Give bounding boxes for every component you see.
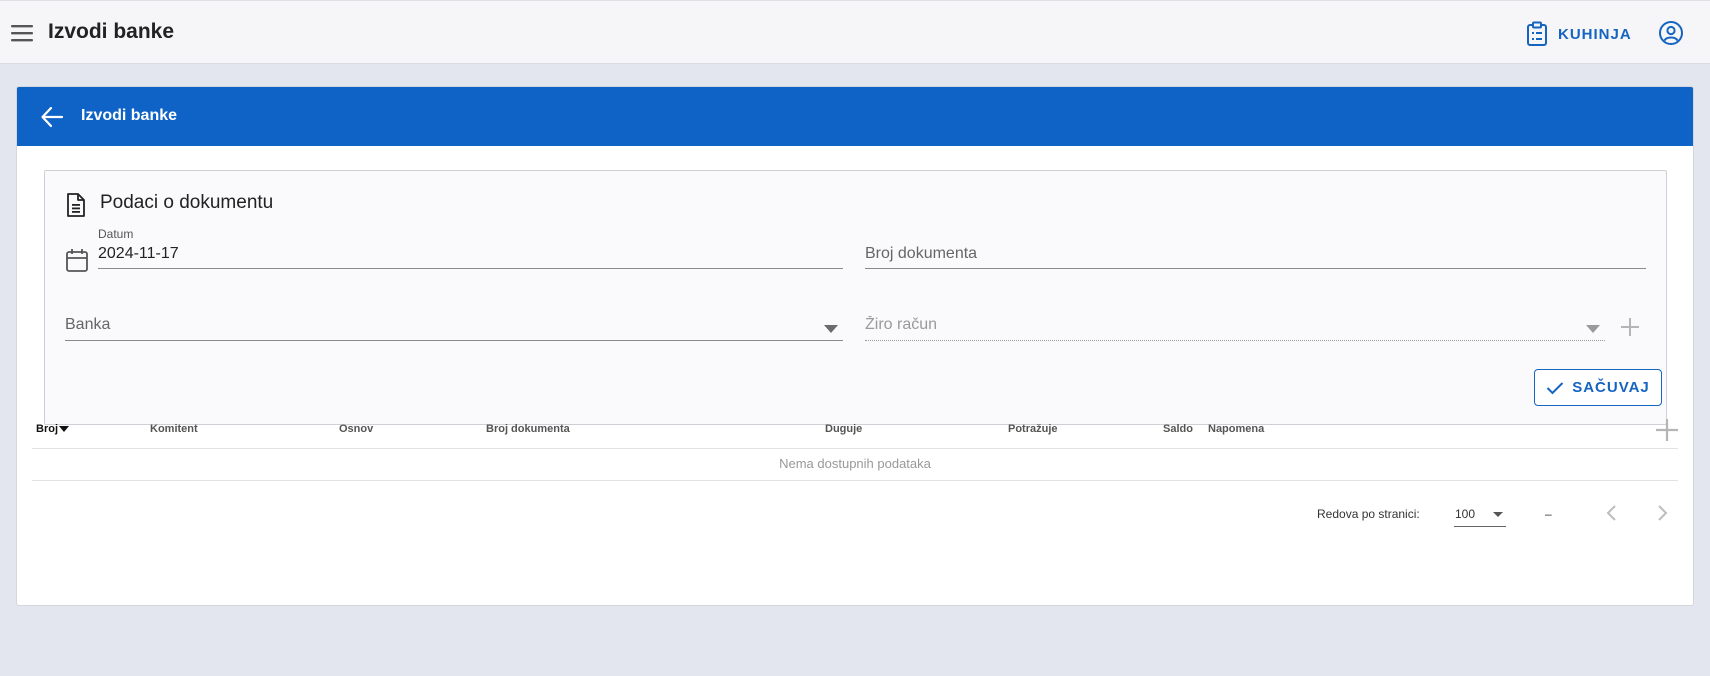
- table-header: Broj Komitent Osnov Broj dokumenta Duguj…: [32, 409, 1678, 449]
- rows-per-page-value: 100: [1455, 507, 1476, 521]
- broj-dokumenta-field[interactable]: [865, 243, 1646, 269]
- rows-per-page-select[interactable]: 100: [1454, 500, 1506, 527]
- rows-per-page-dropdown-arrow-icon: [1493, 512, 1503, 517]
- save-button[interactable]: SAČUVAJ: [1534, 369, 1662, 406]
- calendar-icon[interactable]: [65, 247, 89, 273]
- main-card: Izvodi banke Podaci o dokumentu Datum 20…: [16, 86, 1694, 606]
- empty-table-message: Nema dostupnih podataka: [32, 449, 1678, 481]
- column-header-komitent[interactable]: Komitent: [150, 423, 198, 435]
- document-panel: Podaci o dokumentu Datum SAČUVAJ: [44, 170, 1667, 425]
- check-icon: [1546, 381, 1564, 394]
- location-label: KUHINJA: [1558, 25, 1632, 43]
- column-header-broj-label: Broj: [36, 423, 58, 435]
- datum-field[interactable]: [98, 243, 843, 269]
- column-header-potrazuje[interactable]: Potražuje: [1008, 423, 1058, 435]
- column-header-osnov[interactable]: Osnov: [339, 423, 373, 435]
- column-header-duguje[interactable]: Duguje: [825, 423, 862, 435]
- datum-label: Datum: [98, 227, 134, 241]
- save-button-label: SAČUVAJ: [1572, 379, 1650, 396]
- page-info: –: [1545, 507, 1552, 521]
- arrow-left-icon[interactable]: [39, 104, 65, 130]
- add-row-icon[interactable]: [1654, 417, 1680, 443]
- banka-dropdown-arrow-icon[interactable]: [824, 325, 838, 333]
- location-button[interactable]: KUHINJA: [1526, 18, 1632, 50]
- clipboard-list-icon: [1527, 21, 1547, 46]
- app-title: Izvodi banke: [48, 20, 175, 43]
- column-header-broj[interactable]: Broj: [36, 423, 69, 435]
- add-ziro-racun-icon[interactable]: [1619, 316, 1641, 338]
- card-header: Izvodi banke: [17, 87, 1693, 146]
- previous-page-icon[interactable]: [1600, 501, 1624, 525]
- account-circle-icon[interactable]: [1658, 20, 1684, 46]
- document-title: Podaci o dokumentu: [100, 192, 274, 213]
- ziro-racun-dropdown-arrow-icon[interactable]: [1586, 325, 1600, 333]
- column-header-napomena[interactable]: Napomena: [1208, 423, 1264, 435]
- hamburger-menu-icon[interactable]: [10, 21, 34, 45]
- app-bar: Izvodi banke KUHINJA: [0, 0, 1710, 64]
- next-page-icon[interactable]: [1650, 501, 1674, 525]
- column-header-saldo[interactable]: Saldo: [1163, 423, 1193, 435]
- card-title: Izvodi banke: [81, 107, 178, 124]
- column-header-broj-dokumenta[interactable]: Broj dokumenta: [486, 423, 570, 435]
- banka-select[interactable]: [65, 314, 843, 341]
- ziro-racun-select[interactable]: [865, 314, 1605, 341]
- rows-per-page-label: Redova po stranici:: [1317, 507, 1420, 521]
- sort-desc-icon: [59, 426, 69, 433]
- document-icon: [67, 193, 85, 217]
